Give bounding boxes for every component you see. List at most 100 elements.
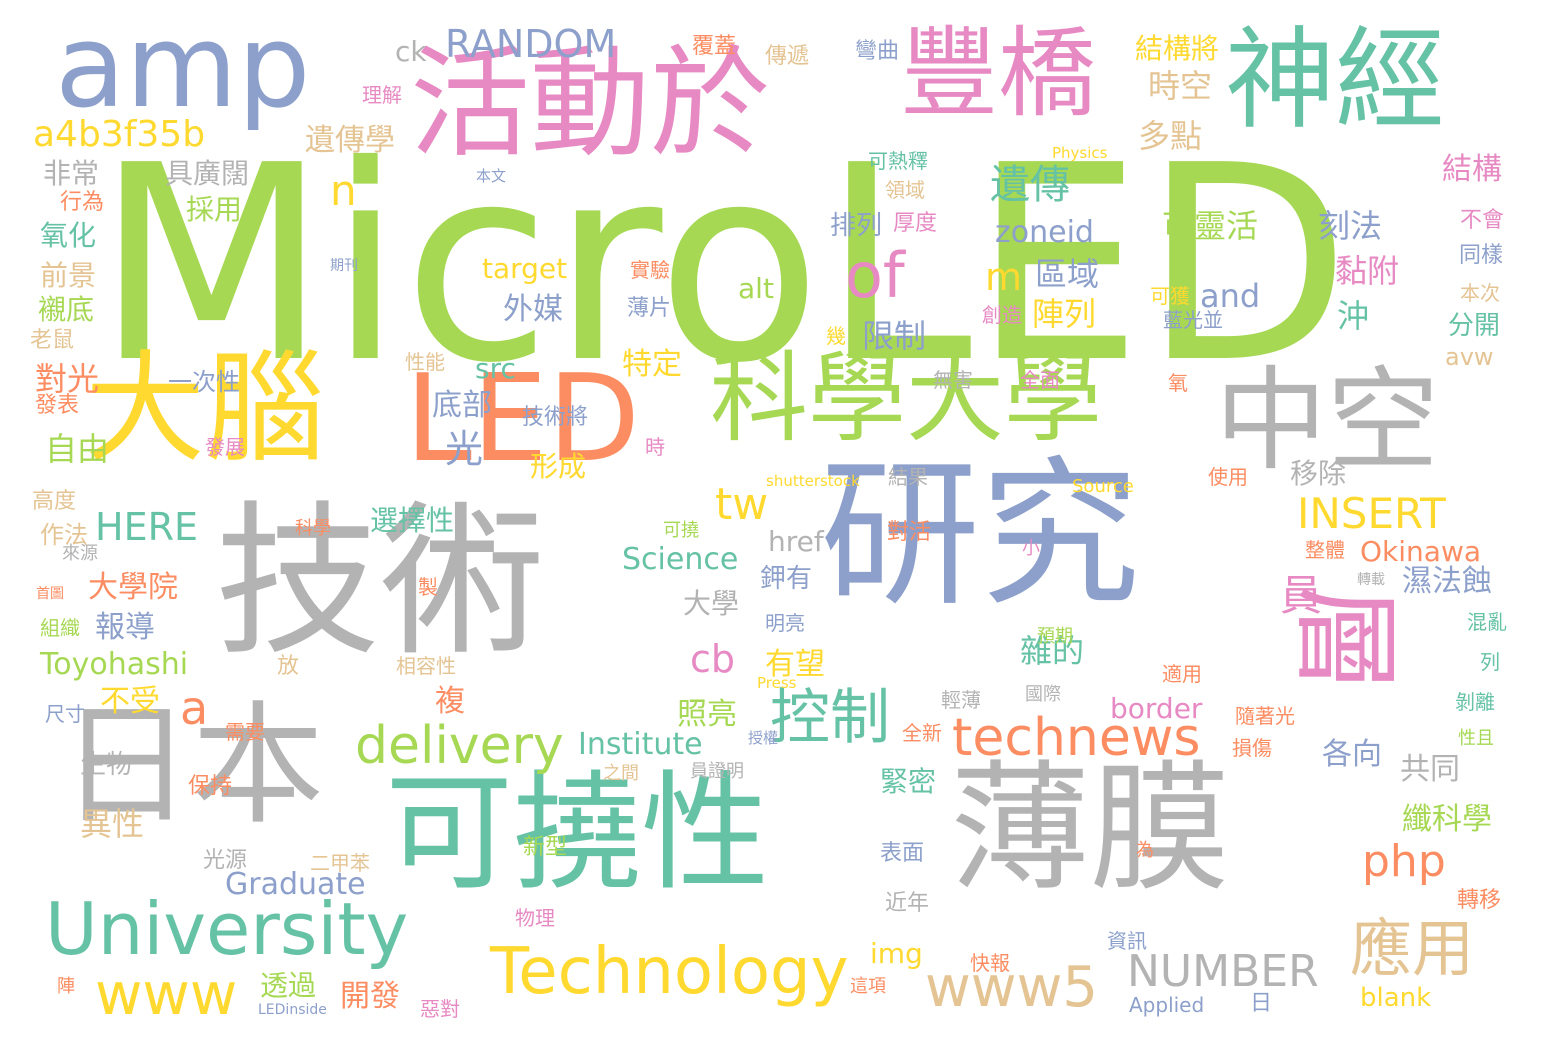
word-okinawa: Okinawa xyxy=(1360,535,1481,568)
word-cb: cb xyxy=(690,637,736,681)
word-cjk-169: 員證明 xyxy=(690,761,744,782)
word-cjk-134: 創造 xyxy=(982,303,1022,327)
word-cjk-171: 需要 xyxy=(225,720,265,744)
word-cjk-113: 表面 xyxy=(880,841,925,866)
word-cjk-61: 採用 xyxy=(186,193,243,226)
word-cjk-66: 行為 xyxy=(60,190,105,215)
word-cjk-75: 形成 xyxy=(530,450,587,483)
word-cjk-173: 放 xyxy=(277,654,300,679)
word-cjk-44: 員 xyxy=(1280,571,1323,620)
word-of: of xyxy=(845,239,905,312)
word-cjk-80: 限制 xyxy=(862,317,927,355)
word-cjk-166: 輕薄 xyxy=(941,688,981,712)
word-cjk-93: 鉀有 xyxy=(760,564,813,594)
word-avw: avw xyxy=(1445,343,1494,371)
word-amp: amp xyxy=(55,0,311,134)
word-alt: alt xyxy=(738,272,774,305)
word-cjk-128: 覆蓋 xyxy=(692,34,737,59)
word-shutterstock: shutterstock xyxy=(766,472,860,490)
word-cjk-109: 光源 xyxy=(203,848,248,873)
word-cjk-65: 老鼠 xyxy=(30,328,75,353)
word-cjk-56: 多點 xyxy=(1138,117,1203,155)
word-cjk-67: 對光 xyxy=(35,360,100,398)
word-cjk-76: 技術將 xyxy=(522,405,589,430)
word-cjk-103: 異性 xyxy=(80,805,145,843)
word-cjk-158: 性且 xyxy=(1458,728,1494,749)
word-cloud: MicroLED 技術 研究 可撓性 薄膜 日本 活動於 豐橋 神經 amp 大腦 LED 科學大學 中空… xyxy=(0,0,1548,1052)
word-cjk-102: 緊密 xyxy=(880,765,937,798)
word-cjk-55: 時空 xyxy=(1148,67,1213,105)
word-cjk-86: 沖 xyxy=(1337,297,1370,335)
word-cjk-105: 纖科學 xyxy=(1402,802,1492,837)
word-cjk-89: 選擇性 xyxy=(370,504,455,537)
word-cjk-84: 刻法 xyxy=(1318,207,1383,245)
word-cjk-62: 氧化 xyxy=(40,219,97,252)
word-cjk-143: 全面 xyxy=(1020,368,1060,392)
word-cjk-64: 襯底 xyxy=(38,293,95,326)
word-cjk-125: 期刊 xyxy=(330,258,358,274)
word-tw: tw xyxy=(715,479,769,530)
word-href: href xyxy=(768,525,824,558)
word-cjk-57: 結構將 xyxy=(1135,32,1220,65)
word-cjk-179: 首圖 xyxy=(36,586,64,602)
word-cjk-182: 尺寸 xyxy=(45,702,85,726)
word-cjk-135: 幾 xyxy=(826,324,846,348)
word-cjk-85: 黏附 xyxy=(1335,252,1400,290)
word-img: img xyxy=(870,937,923,970)
word-cjk-73: 特定 xyxy=(622,347,682,382)
word-press: Press xyxy=(757,674,797,692)
word-cjk-43: 光 xyxy=(445,427,484,471)
word-cjk-37: 遺傳 xyxy=(990,162,1070,208)
word-cjk-164: 國際 xyxy=(1025,684,1061,705)
word-cjk-172: 相容性 xyxy=(396,654,456,678)
word-border: border xyxy=(1110,692,1203,725)
word-cjk-78: 區域 xyxy=(1035,255,1100,293)
word-cjk-144: 氧 xyxy=(1168,371,1188,395)
word-cjk-92: 大學 xyxy=(683,587,740,620)
word-cjk-77: 一次性 xyxy=(168,368,240,396)
word-source: Source xyxy=(1072,476,1134,497)
word-cjk-99: 濕法蝕 xyxy=(1402,564,1492,599)
word-number: NUMBER xyxy=(1127,946,1319,997)
word-src: src xyxy=(475,352,516,385)
word-cjk-178: 陣 xyxy=(57,976,75,997)
word-applied: Applied xyxy=(1129,993,1205,1017)
word-cjk-170: 之間 xyxy=(603,763,639,784)
word-ck: ck xyxy=(395,35,427,68)
word-insert: INSERT xyxy=(1297,489,1446,538)
word-cjk-167: 全新 xyxy=(902,721,942,745)
word-cjk-83: 可靈活 xyxy=(1162,207,1259,245)
word-cjk-90: 大學院 xyxy=(88,570,178,605)
word-cjk-160: 預期 xyxy=(1037,626,1073,647)
word-cjk-156: 列 xyxy=(1480,650,1500,674)
word-cjk-176: 這項 xyxy=(850,976,886,997)
word-cjk-97: 複 xyxy=(435,684,465,719)
word-cjk-157: 剝離 xyxy=(1455,690,1495,714)
word-cjk-60: 非常 xyxy=(43,157,100,190)
word-a: a xyxy=(180,681,209,735)
word-cjk-159: 製 xyxy=(418,575,438,599)
word-cjk-88: 移除 xyxy=(1290,457,1347,490)
word-cjk-12: 科學大學 xyxy=(710,342,1103,456)
word-random: RANDOM xyxy=(445,22,617,66)
word-cjk-148: 使用 xyxy=(1208,465,1248,489)
word-cjk-161: 明亮 xyxy=(765,611,805,635)
word-cjk-106: 保持 xyxy=(188,774,233,799)
word-cjk-137: 藍光並 xyxy=(1163,308,1223,332)
word-cjk-152: 小 xyxy=(1022,538,1040,559)
word-cjk-147: 發展 xyxy=(205,435,245,459)
word-cjk-54: 遺傳學 xyxy=(305,123,395,158)
word-cjk-87: 分開 xyxy=(1448,311,1501,341)
word-physics: Physics xyxy=(1052,144,1108,162)
word-cjk-21: 控制 xyxy=(770,683,890,753)
word-cjk-7: 豐橋 xyxy=(900,17,1097,131)
word-cjk-68: 發表 xyxy=(35,393,80,418)
word-cjk-136: 可獲 xyxy=(1150,284,1190,308)
word-here: HERE xyxy=(95,505,198,549)
word-technology: Technology xyxy=(490,935,849,1009)
word-university: University xyxy=(45,887,409,971)
word-www: www xyxy=(95,960,238,1028)
word-cjk-114: 快報 xyxy=(970,951,1010,975)
word-zoneid: zoneid xyxy=(995,215,1094,250)
word-cjk-168: 授權 xyxy=(748,729,779,747)
